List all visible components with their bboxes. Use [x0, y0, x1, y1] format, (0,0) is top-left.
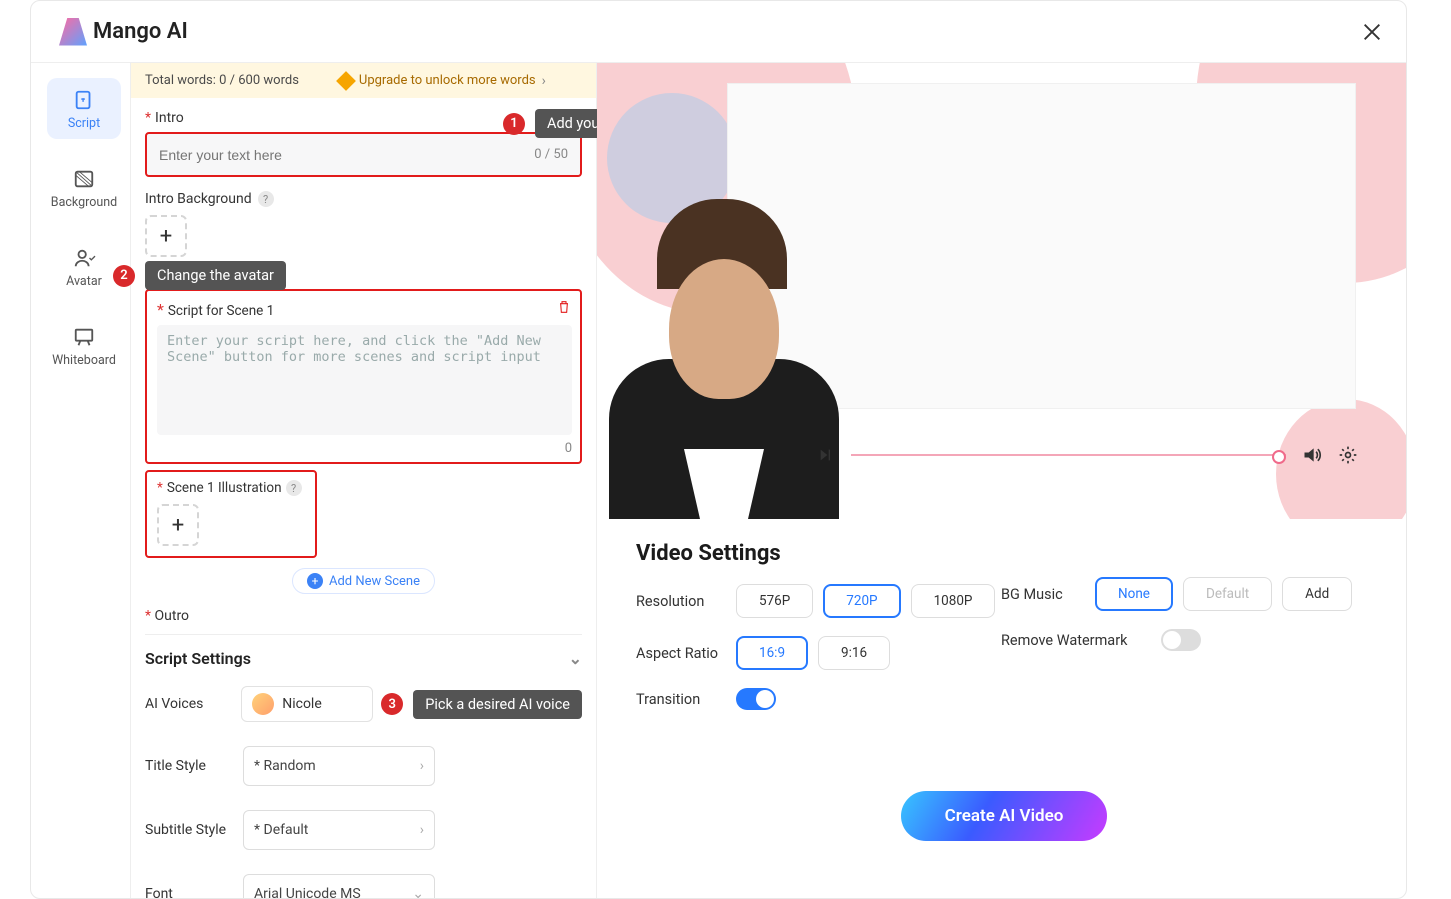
tip-badge-1: 1 [503, 113, 525, 135]
tip-tooltip-2: Change the avatar [145, 261, 286, 290]
help-icon[interactable]: ? [286, 480, 302, 496]
font-label: Font [145, 886, 243, 898]
sidebar-item-script[interactable]: Script [47, 78, 121, 139]
add-illustration-button[interactable]: + [157, 504, 199, 546]
aspect-9-16[interactable]: 9:16 [818, 636, 890, 670]
resolution-720p[interactable]: 720P [823, 584, 900, 618]
chevron-right-icon: › [420, 822, 424, 838]
title-style-label: Title Style [145, 758, 243, 774]
upgrade-link[interactable]: Upgrade to unlock more words › [339, 73, 546, 89]
add-intro-bg-button[interactable]: + [145, 215, 187, 257]
bgmusic-add[interactable]: Add [1282, 577, 1352, 611]
ai-voice-select[interactable]: Nicole [241, 686, 373, 722]
title-style-select[interactable]: * Random › [243, 746, 435, 786]
resolution-label: Resolution [636, 593, 736, 610]
bgmusic-default[interactable]: Default [1183, 577, 1272, 611]
subtitle-style-label: Subtitle Style [145, 822, 243, 838]
tip-badge-2: 2 [113, 265, 135, 287]
subtitle-style-select[interactable]: * Default › [243, 810, 435, 850]
transition-toggle[interactable] [736, 688, 776, 710]
timeline-slider[interactable] [851, 454, 1286, 456]
intro-counter: 0 / 50 [534, 147, 568, 162]
outro-label: Outro [155, 608, 190, 624]
sidebar-label: Script [68, 116, 100, 131]
scene-counter: 0 [157, 441, 572, 456]
chevron-down-icon: ⌄ [412, 886, 424, 898]
video-preview [597, 63, 1406, 519]
font-select[interactable]: Arial Unicode MS ⌄ [243, 874, 435, 898]
aspect-16-9[interactable]: 16:9 [736, 636, 808, 670]
diamond-icon [336, 71, 356, 91]
voice-avatar-icon [252, 693, 274, 715]
scene-script-input[interactable] [157, 325, 572, 435]
aspect-label: Aspect Ratio [636, 645, 736, 662]
bgmusic-none[interactable]: None [1095, 577, 1173, 611]
whiteboard-icon [71, 325, 97, 349]
add-new-scene-button[interactable]: + Add New Scene [292, 568, 435, 594]
settings-button[interactable] [1338, 445, 1358, 465]
sidebar-label: Whiteboard [52, 353, 116, 368]
background-icon [71, 167, 97, 191]
sidebar-item-whiteboard[interactable]: Whiteboard [47, 315, 121, 376]
ai-voices-label: AI Voices [145, 696, 241, 712]
help-icon[interactable]: ? [258, 191, 274, 207]
volume-button[interactable] [1302, 445, 1322, 465]
intro-input-wrap[interactable]: 0 / 50 [145, 132, 582, 177]
play-next-button[interactable] [817, 446, 835, 464]
total-words: Total words: 0 / 600 words [145, 73, 299, 88]
resolution-1080p[interactable]: 1080P [911, 584, 996, 618]
trash-icon [556, 299, 572, 315]
video-settings-title: Video Settings [636, 541, 1346, 566]
close-button[interactable] [1358, 18, 1386, 46]
chevron-right-icon: › [420, 758, 424, 774]
create-video-button[interactable]: Create AI Video [901, 791, 1107, 841]
sidebar-label: Background [51, 195, 117, 210]
transition-label: Transition [636, 691, 736, 708]
intro-input[interactable] [159, 147, 534, 163]
scene-title: Script for Scene 1 [168, 303, 274, 319]
resolution-576p[interactable]: 576P [736, 584, 813, 618]
chevron-down-icon: ⌄ [569, 649, 582, 668]
plus-icon: + [307, 573, 323, 589]
bgmusic-label: BG Music [1001, 586, 1095, 603]
script-icon [71, 88, 97, 112]
avatar-preview [609, 219, 839, 519]
brand-logo: Mango AI [59, 18, 188, 46]
intro-label: Intro [155, 110, 184, 126]
logo-mark-icon [59, 18, 87, 46]
sidebar-item-background[interactable]: Background [47, 157, 121, 218]
scene-illus-label: Scene 1 Illustration [167, 480, 282, 496]
intro-bg-label: Intro Background [145, 191, 252, 207]
chevron-right-icon: › [542, 73, 546, 89]
avatar-icon [71, 246, 97, 270]
watermark-label: Remove Watermark [1001, 632, 1161, 649]
brand-name: Mango AI [93, 19, 188, 44]
tip-badge-3: 3 [381, 693, 403, 715]
delete-scene-button[interactable] [556, 299, 572, 319]
sidebar-label: Avatar [66, 274, 102, 289]
script-settings-toggle[interactable]: Script Settings ⌄ [145, 634, 582, 674]
tip-tooltip-3: Pick a desired AI voice [413, 690, 582, 719]
close-icon [1361, 21, 1383, 43]
sidebar-item-avatar[interactable]: Avatar [47, 236, 121, 297]
watermark-toggle[interactable] [1161, 629, 1201, 651]
